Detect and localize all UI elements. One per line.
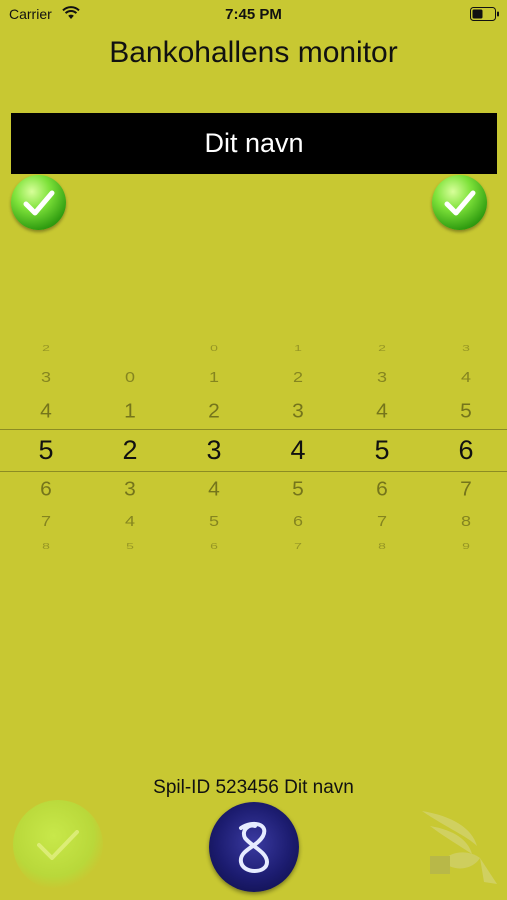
picker-digit: 1 xyxy=(208,369,219,386)
clock: 7:45 PM xyxy=(225,6,282,23)
picker-digit: 3 xyxy=(40,369,51,386)
picker-digit: 6 xyxy=(376,478,388,501)
picker-digit: 8 xyxy=(378,541,386,551)
center-action-button[interactable] xyxy=(209,802,299,892)
picker-column-3[interactable]: 0 1 2 3 4 5 6 xyxy=(184,330,244,570)
picker-digit: 4 xyxy=(376,400,388,423)
picker-digit: 3 xyxy=(376,369,387,386)
picker-selected-digit: 4 xyxy=(290,435,306,465)
picker-digit: 1 xyxy=(294,343,302,353)
picker-digit: 5 xyxy=(460,400,472,423)
picker-digit: 4 xyxy=(124,513,135,530)
picker-digit: 6 xyxy=(40,478,52,501)
picker-digit: 5 xyxy=(292,478,304,501)
picker-digit: 2 xyxy=(208,400,220,423)
left-confirm-button[interactable] xyxy=(11,175,66,230)
picker-selection-top-line xyxy=(0,429,507,430)
picker-selected-digit: 5 xyxy=(38,435,54,465)
right-confirm-button[interactable] xyxy=(432,175,487,230)
player-name-field[interactable]: Dit navn xyxy=(11,113,497,174)
picker-selected-digit: 6 xyxy=(458,435,474,465)
picker-digit: 0 xyxy=(124,369,135,386)
picker-digit: 4 xyxy=(208,478,220,501)
check-icon xyxy=(444,190,476,216)
check-icon xyxy=(37,830,79,860)
picker-digit: 1 xyxy=(124,400,136,423)
picker-digit: 7 xyxy=(376,513,387,530)
player-name-text: Dit navn xyxy=(204,128,304,158)
bottom-confirm-button[interactable] xyxy=(13,800,103,890)
picker-digit: 7 xyxy=(460,478,472,501)
battery-icon xyxy=(470,7,500,26)
bird-logo xyxy=(412,806,502,886)
picker-selected-digit: 2 xyxy=(122,435,138,465)
picker-digit: 3 xyxy=(462,343,470,353)
picker-digit: 2 xyxy=(378,343,386,353)
picker-digit: 5 xyxy=(208,513,219,530)
picker-digit: 8 xyxy=(460,513,471,530)
picker-digit: 3 xyxy=(292,400,304,423)
number-picker[interactable]: 2 3 4 5 6 7 8 0 1 2 3 4 5 0 1 2 3 4 5 6 1 2 3 4 5 6 7 2 3 4 5 6 7 8 3 4 5 6 7 8… xyxy=(0,330,507,570)
picker-digit: 4 xyxy=(40,400,52,423)
picker-digit: 2 xyxy=(292,369,303,386)
game-id-label: Spil-ID 523456 Dit navn xyxy=(153,777,354,798)
status-bar: Carrier 7:45 PM xyxy=(0,0,507,28)
picker-digit: 6 xyxy=(292,513,303,530)
picker-digit: 5 xyxy=(126,541,134,551)
picker-column-5[interactable]: 2 3 4 5 6 7 8 xyxy=(352,330,412,570)
picker-selected-digit: 5 xyxy=(374,435,390,465)
picker-digit: 7 xyxy=(40,513,51,530)
picker-selected-digit: 3 xyxy=(206,435,222,465)
picker-digit: 2 xyxy=(42,343,50,353)
picker-digit: 0 xyxy=(210,343,218,353)
picker-digit: 6 xyxy=(210,541,218,551)
check-icon xyxy=(23,190,55,216)
picker-digit: 9 xyxy=(462,541,470,551)
picker-selection-bottom-line xyxy=(0,471,507,472)
picker-digit: 3 xyxy=(124,478,136,501)
picker-column-2[interactable]: 0 1 2 3 4 5 xyxy=(100,330,160,570)
picker-digit: 8 xyxy=(42,541,50,551)
picker-column-6[interactable]: 3 4 5 6 7 8 9 xyxy=(436,330,496,570)
picker-digit: 4 xyxy=(460,369,471,386)
picker-digit: 7 xyxy=(294,541,302,551)
picker-column-1[interactable]: 2 3 4 5 6 7 8 xyxy=(16,330,76,570)
infinity-swirl-icon xyxy=(238,821,270,873)
page-title: Bankohallens monitor xyxy=(109,36,398,69)
picker-column-4[interactable]: 1 2 3 4 5 6 7 xyxy=(268,330,328,570)
